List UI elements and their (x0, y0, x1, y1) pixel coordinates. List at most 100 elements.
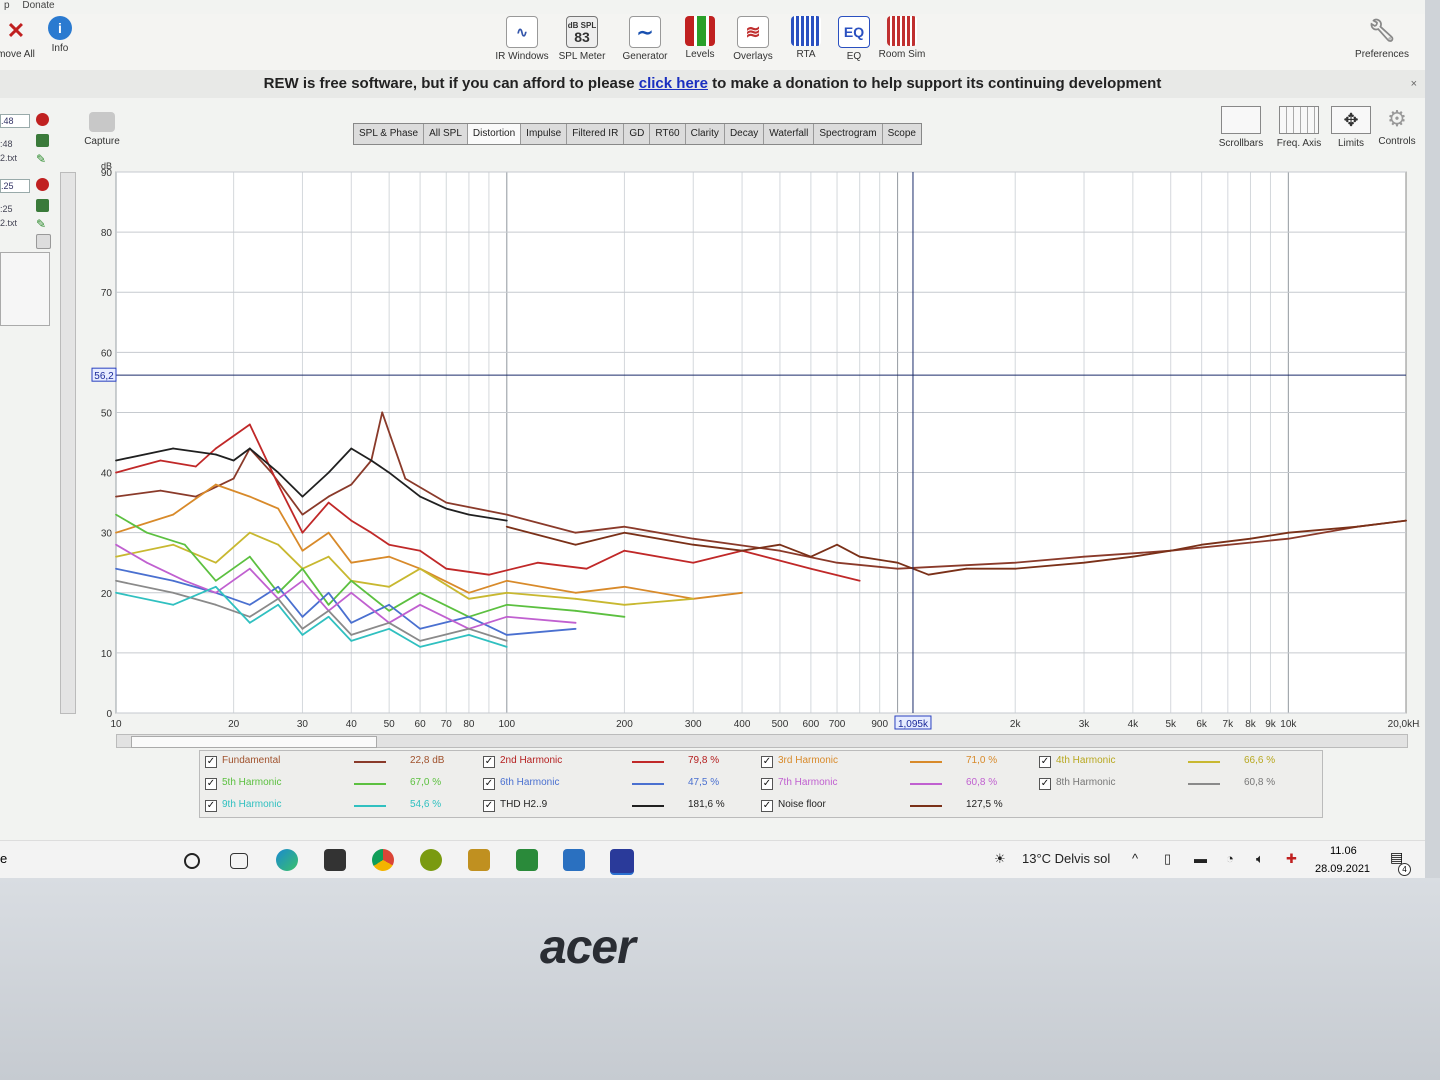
battery-icon[interactable]: ▬ (1194, 851, 1207, 866)
info-button[interactable]: i Info (30, 16, 90, 54)
legend-checkbox[interactable]: ✓ (1039, 778, 1051, 790)
series-point (350, 483, 353, 486)
close-icon[interactable] (36, 178, 49, 191)
series-point (574, 591, 577, 594)
legend-item[interactable]: ✓ 9th Harmonic 54,6 % (202, 798, 472, 816)
clock-time[interactable]: 11.06 (1330, 845, 1357, 857)
legend-item[interactable]: ✓ 6th Harmonic 47,5 % (480, 776, 750, 794)
spl-meter-button[interactable]: dB SPL 83 SPL Meter (552, 16, 612, 62)
legend-checkbox[interactable]: ✓ (483, 778, 495, 790)
task-view-icon[interactable] (230, 853, 248, 869)
legend-item[interactable]: ✓ 4th Harmonic 66,6 % (1036, 754, 1306, 772)
controls-button[interactable]: ⚙ Controls (1368, 106, 1425, 147)
legend-item[interactable]: ✓ 3rd Harmonic 71,0 % (758, 754, 1028, 772)
distortion-chart[interactable]: 0102030405060708090dB10 20 30 40 50 60 70 80 100… (60, 158, 1420, 740)
wifi-icon[interactable]: ◔ (1226, 851, 1234, 866)
series-point (248, 423, 251, 426)
series-point (741, 549, 743, 552)
tray-device-icon[interactable]: ▯ (1164, 851, 1171, 867)
tab-clarity[interactable]: Clarity (686, 124, 725, 144)
y-tick-label: 80 (101, 228, 113, 239)
excel-icon[interactable] (516, 849, 538, 871)
menu-donate[interactable]: Donate (22, 0, 54, 11)
pencil-icon[interactable]: ✎ (36, 217, 49, 231)
legend-label: THD H2..9 (500, 799, 548, 810)
tab-all-spl[interactable]: All SPL (424, 124, 468, 144)
preferences-button[interactable]: 🔧︎ Preferences (1350, 16, 1414, 60)
overlays-button[interactable]: ≋ Overlays (723, 16, 783, 62)
horizontal-scrollbar[interactable] (116, 734, 1408, 748)
ir-windows-button[interactable]: ∿ IR Windows (492, 16, 552, 62)
series-point (388, 627, 391, 630)
series-point (277, 603, 280, 606)
legend-item[interactable]: ✓ Fundamental 22,8 dB (202, 754, 472, 772)
tab-gd[interactable]: GD (624, 124, 651, 144)
tab-impulse[interactable]: Impulse (521, 124, 568, 144)
tab-spectrogram[interactable]: Spectrogram (814, 124, 883, 144)
pencil-icon[interactable]: ✎ (36, 152, 49, 166)
chevron-up-icon[interactable]: ^ (1132, 851, 1138, 866)
legend-checkbox[interactable]: ✓ (205, 778, 217, 790)
generator-button[interactable]: ∼ Generator (615, 16, 675, 62)
chart-edit-icon[interactable] (36, 199, 49, 212)
series-point (692, 543, 695, 546)
scrollbars-button[interactable]: Scrollbars (1212, 106, 1270, 149)
freq-axis-button[interactable]: Freq. Axis (1270, 106, 1328, 149)
chart-edit-icon[interactable] (36, 134, 49, 147)
legend-checkbox[interactable]: ✓ (761, 756, 773, 768)
scrollbar-thumb[interactable] (131, 736, 377, 748)
series-point (115, 567, 117, 570)
capture-button[interactable]: Capture (82, 112, 122, 147)
legend-item[interactable]: ✓ 2nd Harmonic 79,8 % (480, 754, 750, 772)
legend-item[interactable]: ✓ 7th Harmonic 60,8 % (758, 776, 1028, 794)
notes-app-icon[interactable] (468, 849, 490, 871)
clock-date[interactable]: 28.09.2021 (1315, 863, 1370, 875)
legend-item[interactable]: ✓ THD H2..9 181,6 % (480, 798, 750, 816)
rew-icon[interactable] (610, 849, 634, 875)
graph-tabs: SPL & Phase All SPL Distortion Impulse F… (353, 123, 922, 145)
measurement-1-value[interactable]: .48 (0, 114, 30, 128)
series-point (350, 591, 353, 594)
tray-app-icon[interactable]: ✚ (1286, 851, 1297, 867)
chrome-icon[interactable] (372, 849, 394, 871)
store-icon[interactable] (324, 849, 346, 871)
weather-text[interactable]: 13°C Delvis sol (1022, 851, 1110, 866)
legend-checkbox[interactable]: ✓ (483, 800, 495, 812)
mail-icon[interactable] (563, 849, 585, 871)
overlays-icon: ≋ (737, 16, 769, 48)
legend-checkbox[interactable]: ✓ (483, 756, 495, 768)
banner-close-button[interactable]: × (1411, 70, 1417, 98)
tab-scope[interactable]: Scope (883, 124, 921, 144)
series-point (248, 621, 251, 624)
tab-spl-phase[interactable]: SPL & Phase (354, 124, 425, 144)
search-box[interactable]: e (0, 851, 7, 866)
tab-decay[interactable]: Decay (725, 124, 765, 144)
legend-item[interactable]: ✓ 5th Harmonic 67,0 % (202, 776, 472, 794)
tab-rt60[interactable]: RT60 (650, 124, 686, 144)
volume-icon[interactable]: 🔈︎ (1256, 851, 1264, 867)
legend-item[interactable]: ✓ Noise floor 127,5 % (758, 798, 1028, 816)
measurement-2-value[interactable]: .25 (0, 179, 30, 193)
edge-icon[interactable] (276, 849, 298, 871)
room-sim-button[interactable]: Room Sim (872, 16, 932, 60)
cortana-icon[interactable] (184, 853, 200, 869)
tab-waterfall[interactable]: Waterfall (764, 124, 815, 144)
donate-link[interactable]: click here (639, 75, 708, 92)
legend-item[interactable]: ✓ 8th Harmonic 60,8 % (1036, 776, 1306, 794)
legend-checkbox[interactable]: ✓ (205, 800, 217, 812)
levels-button[interactable]: Levels (670, 16, 730, 60)
legend-checkbox[interactable]: ✓ (761, 778, 773, 790)
series-point (388, 471, 391, 474)
legend-checkbox[interactable]: ✓ (1039, 756, 1051, 768)
weather-icon[interactable]: ☀ (994, 851, 1006, 867)
series-point (388, 585, 391, 588)
menu-item[interactable]: p (4, 0, 10, 11)
close-icon[interactable] (36, 113, 49, 126)
notes-box[interactable] (0, 252, 50, 326)
legend-checkbox[interactable]: ✓ (205, 756, 217, 768)
spotify-icon[interactable] (420, 849, 442, 871)
notes-icon[interactable] (36, 234, 51, 249)
legend-checkbox[interactable]: ✓ (761, 800, 773, 812)
tab-distortion[interactable]: Distortion (467, 124, 522, 144)
tab-filtered-ir[interactable]: Filtered IR (567, 124, 625, 144)
